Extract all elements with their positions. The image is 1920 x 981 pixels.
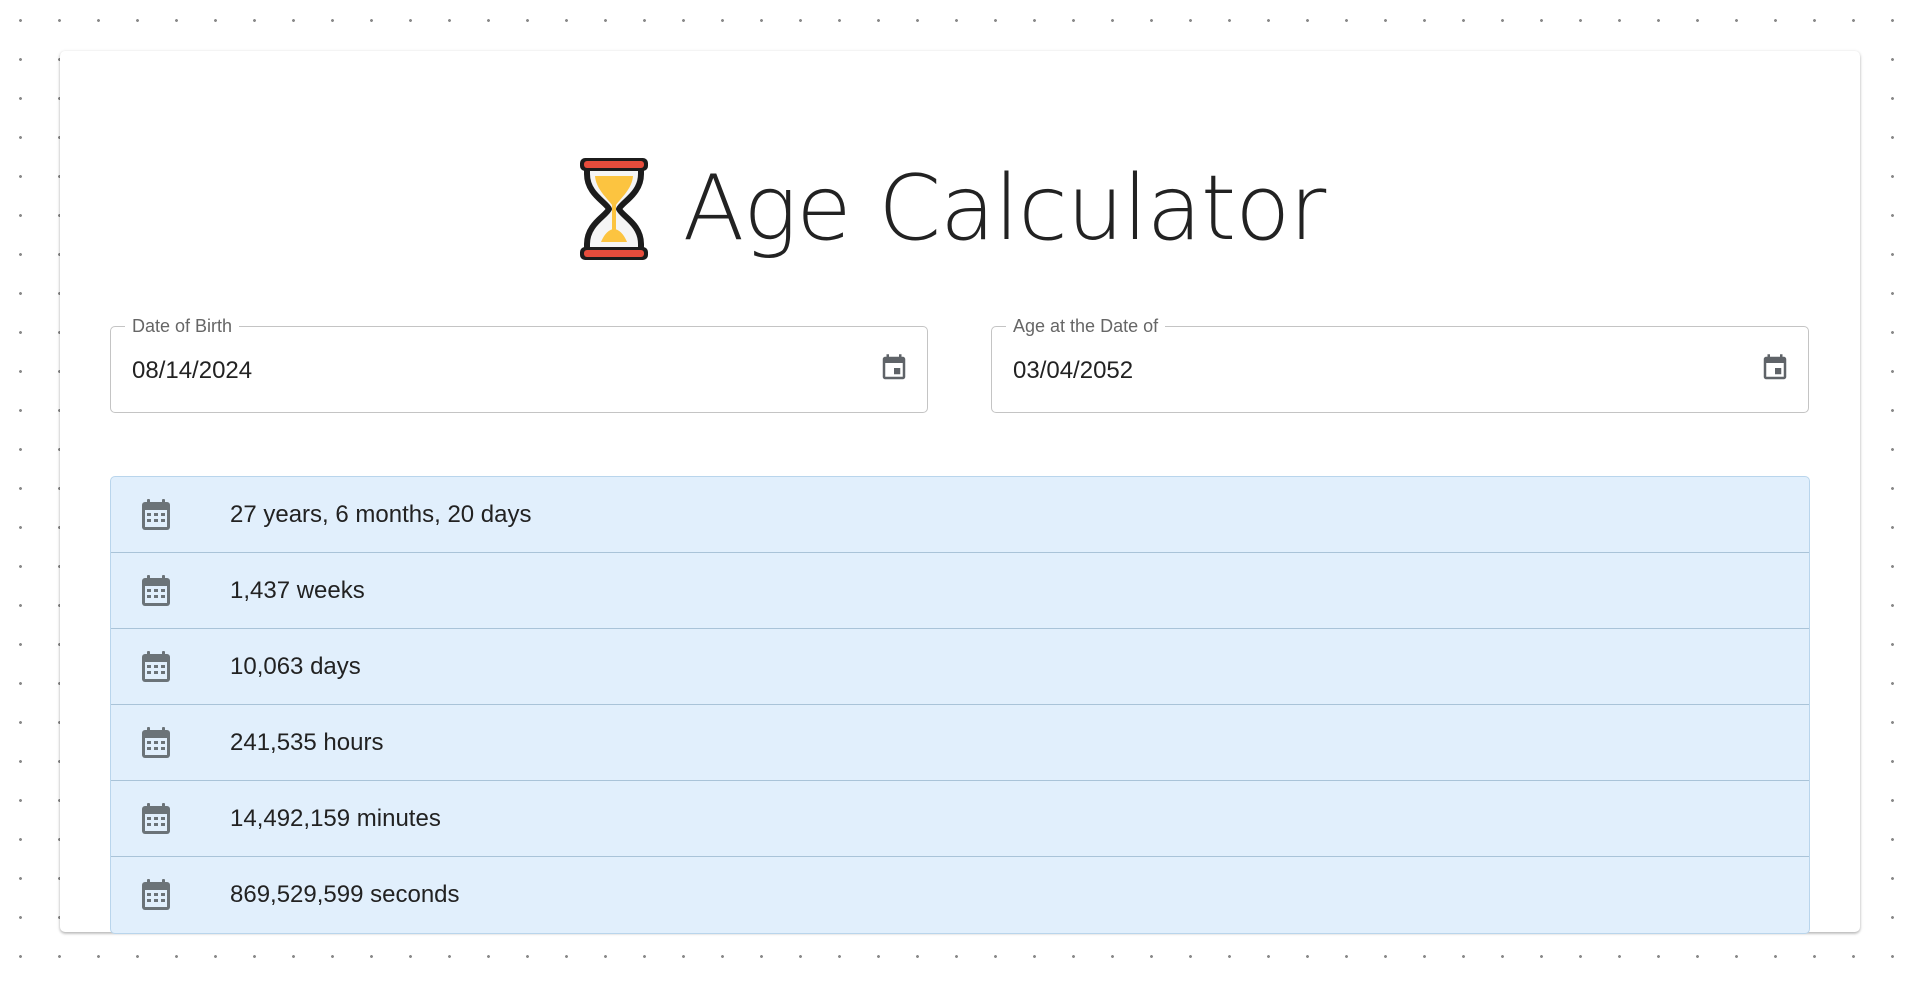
result-text: 869,529,599 seconds [230,881,460,908]
result-text: 27 years, 6 months, 20 days [230,500,532,528]
age-at-date-input[interactable]: 03/04/2052 [1013,357,1133,385]
calendar-month-icon [142,802,170,834]
page-title: Age Calculator [682,156,1327,261]
result-row-days: 10,063 days [111,629,1809,705]
hourglass-icon [579,158,648,260]
result-row-hours: 241,535 hours [111,705,1809,781]
date-of-birth-field[interactable]: Date of Birth 08/14/2024 [110,316,928,413]
result-row-seconds: 869,529,599 seconds [111,857,1809,933]
calendar-month-icon [142,574,170,606]
age-at-date-label: Age at the Date of [1006,316,1166,336]
result-row-duration: 27 years, 6 months, 20 days [111,477,1809,553]
result-text: 10,063 days [230,652,361,680]
date-of-birth-input[interactable]: 08/14/2024 [132,357,252,385]
calendar-month-icon [142,879,170,910]
age-calculator-card: Age Calculator Date of Birth 08/14/2024 … [60,51,1860,934]
date-of-birth-label: Date of Birth [125,316,240,336]
calendar-icon[interactable] [1760,353,1790,383]
calendar-icon[interactable] [879,353,909,383]
result-text: 241,535 hours [230,728,384,756]
results-list: 27 years, 6 months, 20 days 1,437 weeks [110,476,1810,934]
result-row-weeks: 1,437 weeks [111,553,1809,629]
age-at-date-field[interactable]: Age at the Date of 03/04/2052 [991,316,1809,413]
result-row-minutes: 14,492,159 minutes [111,781,1809,857]
header: Age Calculator [60,149,1860,269]
calendar-month-icon [142,498,170,530]
calendar-month-icon [142,650,170,682]
calendar-month-icon [142,726,170,758]
result-text: 1,437 weeks [230,576,365,604]
result-text: 14,492,159 minutes [230,804,441,832]
